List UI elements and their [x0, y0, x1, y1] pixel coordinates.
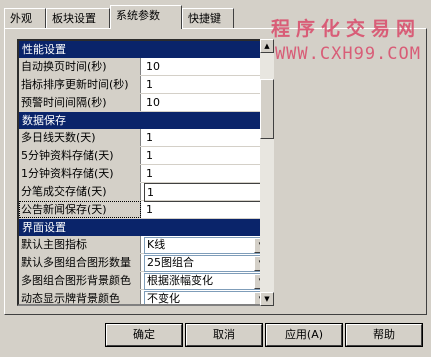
tab-system-params[interactable]: 系统参数 — [110, 5, 182, 29]
property-value[interactable]: 1 — [144, 129, 272, 146]
property-row[interactable]: 预警时间间隔(秒) 10 — [19, 94, 272, 112]
property-row[interactable]: 多图组合图形背景颜色 根据涨幅变化 ▼ — [19, 272, 272, 290]
property-value[interactable]: 10 — [144, 58, 272, 75]
property-row[interactable]: 多日线天数(天) 1 — [19, 129, 272, 147]
ok-button[interactable]: 确定 — [105, 323, 183, 347]
dropdown-value: 不变化 — [147, 292, 180, 305]
property-value[interactable]: 10 — [144, 94, 272, 111]
property-label: 指标排序更新时间(秒) — [19, 76, 141, 93]
dropdown-value: 25图组合 — [147, 256, 194, 269]
vertical-scrollbar[interactable]: ▲ ▼ — [260, 39, 274, 306]
tab-system-params-label: 系统参数 — [116, 9, 160, 22]
tab-shortcuts-label: 快捷键 — [188, 12, 221, 25]
apply-button[interactable]: 应用(A) — [265, 323, 343, 347]
help-button[interactable]: 帮助 — [345, 323, 423, 347]
property-row[interactable]: 5分钟资料存储(天) 1 — [19, 147, 272, 165]
tab-appearance-label: 外观 — [10, 12, 32, 25]
dialog-button-bar: 确定 取消 应用(A) 帮助 — [0, 323, 431, 348]
property-row[interactable]: 动态显示牌背景颜色 不变化 ▼ — [19, 290, 272, 305]
property-label: 动态显示牌背景颜色 — [19, 290, 141, 304]
property-label: 多图组合图形背景颜色 — [19, 272, 141, 289]
section-header-data-storage: 数据保存 — [19, 112, 272, 129]
property-label: 默认多图组合图形数量 — [19, 254, 141, 271]
property-row[interactable]: 1分钟资料存储(天) 1 — [19, 165, 272, 183]
property-value[interactable]: 1 — [144, 165, 272, 182]
tab-sector-settings[interactable]: 板块设置 — [46, 8, 110, 28]
property-value[interactable]: 1 — [144, 147, 272, 164]
property-label: 多日线天数(天) — [19, 129, 141, 146]
multi-chart-count-dropdown[interactable]: 25图组合 ▼ — [144, 255, 270, 272]
dropdown-value: K线 — [147, 238, 166, 251]
property-value[interactable]: 1 — [144, 76, 272, 93]
property-row[interactable]: 默认主图指标 K线 ▼ — [19, 236, 272, 254]
quote-board-bg-color-dropdown[interactable]: 不变化 ▼ — [144, 291, 270, 305]
property-label: 1分钟资料存储(天) — [19, 165, 141, 182]
property-row[interactable]: 指标排序更新时间(秒) 1 — [19, 76, 272, 94]
cancel-button[interactable]: 取消 — [185, 323, 263, 347]
section-header-ui: 界面设置 — [19, 219, 272, 236]
dropdown-value: 根据涨幅变化 — [147, 274, 213, 287]
property-label: 预警时间间隔(秒) — [19, 94, 141, 111]
property-row[interactable]: 分笔成交存储(天) 1 — [19, 183, 272, 202]
property-row[interactable]: 公告新闻保存(天) 1 — [19, 201, 272, 219]
property-value-editing[interactable]: 1 — [144, 183, 272, 202]
property-value[interactable]: 1 — [144, 201, 272, 218]
scroll-thumb[interactable] — [260, 79, 274, 139]
property-row[interactable]: 自动换页时间(秒) 10 — [19, 58, 272, 76]
main-indicator-dropdown[interactable]: K线 ▼ — [144, 237, 270, 254]
section-header-performance: 性能设置 — [19, 41, 272, 58]
property-row[interactable]: 默认多图组合图形数量 25图组合 ▼ — [19, 254, 272, 272]
property-label: 分笔成交存储(天) — [19, 183, 141, 200]
tab-strip: 外观 板块设置 系统参数 快捷键 — [4, 4, 428, 29]
property-grid: 性能设置 自动换页时间(秒) 10 指标排序更新时间(秒) 1 预警时间间隔(秒… — [17, 39, 274, 306]
property-label: 默认主图指标 — [19, 236, 141, 253]
property-label: 公告新闻保存(天) — [19, 201, 141, 218]
scroll-up-icon[interactable]: ▲ — [260, 39, 274, 53]
tab-shortcuts[interactable]: 快捷键 — [182, 8, 234, 28]
scroll-down-icon[interactable]: ▼ — [260, 292, 274, 306]
tab-appearance[interactable]: 外观 — [4, 8, 46, 28]
tab-sector-settings-label: 板块设置 — [52, 12, 96, 25]
property-label: 自动换页时间(秒) — [19, 58, 141, 75]
multi-chart-bg-color-dropdown[interactable]: 根据涨幅变化 ▼ — [144, 273, 270, 290]
system-params-panel: 性能设置 自动换页时间(秒) 10 指标排序更新时间(秒) 1 预警时间间隔(秒… — [4, 28, 427, 315]
property-label: 5分钟资料存储(天) — [19, 147, 141, 164]
